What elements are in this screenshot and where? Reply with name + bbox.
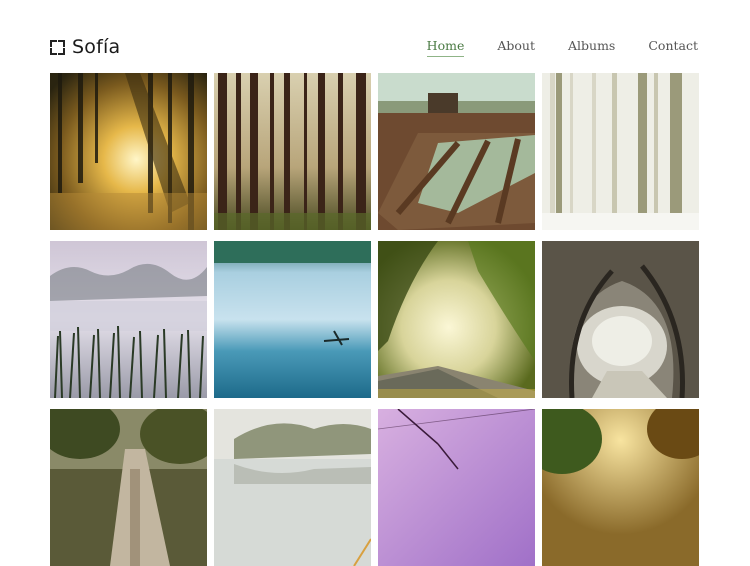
site-header: Sofía Home About Albums Contact xyxy=(50,34,698,60)
main-nav: Home About Albums Contact xyxy=(426,38,698,57)
photo-tile[interactable] xyxy=(542,241,699,398)
photo-misty-island xyxy=(214,409,371,566)
nav-item-albums[interactable]: Albums xyxy=(568,38,615,56)
photo-sunny-road xyxy=(378,241,535,398)
photo-snowy-forest xyxy=(542,73,699,230)
photo-blue-lake-fog xyxy=(214,241,371,398)
nav-item-contact[interactable]: Contact xyxy=(648,38,698,56)
photo-tile[interactable] xyxy=(214,409,371,566)
photo-tile[interactable] xyxy=(378,241,535,398)
bracket-frame-icon xyxy=(50,39,65,55)
photo-pine-trunks xyxy=(214,73,371,230)
photo-grid xyxy=(50,73,699,566)
photo-forest-path xyxy=(50,409,207,566)
photo-tile[interactable] xyxy=(50,241,207,398)
photo-purple-sky-wires xyxy=(378,409,535,566)
photo-sunlit-forest xyxy=(50,73,207,230)
brand-name: Sofía xyxy=(72,36,121,58)
photo-tile[interactable] xyxy=(378,409,535,566)
photo-golden-foliage xyxy=(542,409,699,566)
photo-tile[interactable] xyxy=(214,241,371,398)
nav-item-home[interactable]: Home xyxy=(426,38,465,57)
photo-tile[interactable] xyxy=(378,73,535,230)
photo-misty-lake-reeds xyxy=(50,241,207,398)
photo-tile[interactable] xyxy=(50,73,207,230)
photo-tile[interactable] xyxy=(542,73,699,230)
site-logo[interactable]: Sofía xyxy=(50,36,120,58)
photo-muddy-field xyxy=(378,73,535,230)
photo-tile[interactable] xyxy=(50,409,207,566)
photo-frosted-tunnel xyxy=(542,241,699,398)
photo-tile[interactable] xyxy=(214,73,371,230)
nav-item-about[interactable]: About xyxy=(497,38,535,56)
photo-tile[interactable] xyxy=(542,409,699,566)
